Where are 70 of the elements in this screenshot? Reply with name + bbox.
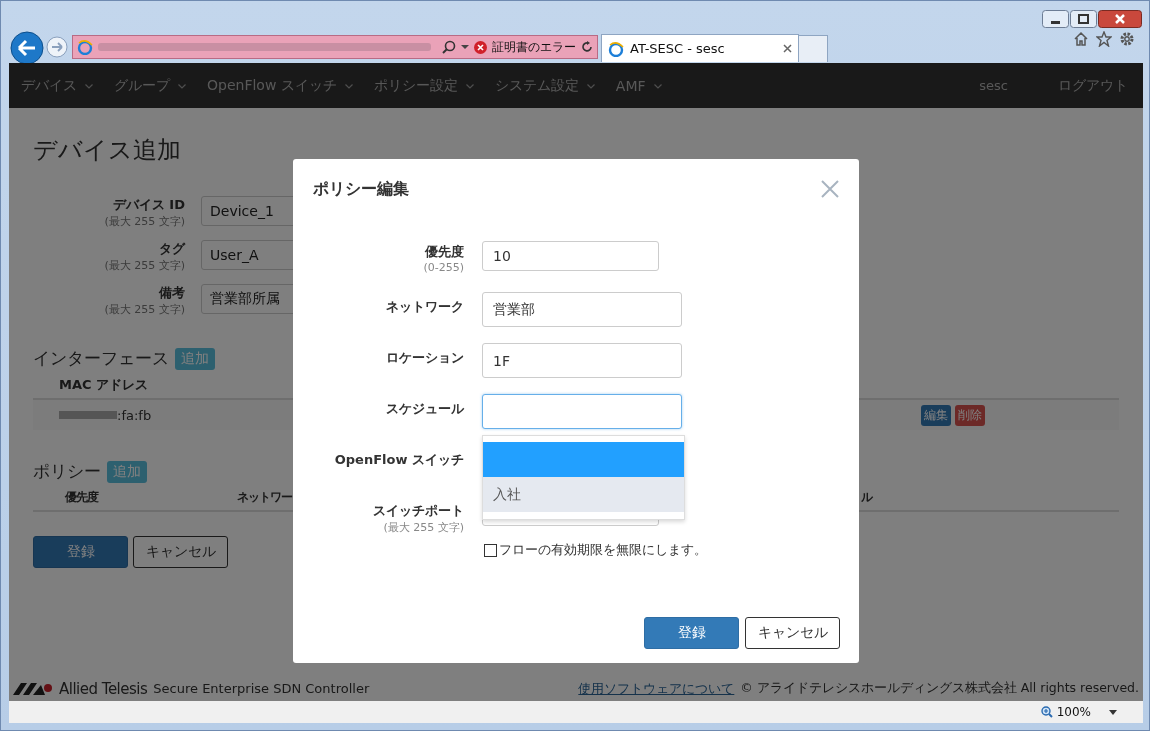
field-label: ロケーション [385,349,464,367]
certificate-error-text[interactable]: 証明書のエラー [492,38,576,56]
nav-menu[interactable]: デバイス [21,76,93,95]
delete-button[interactable]: 削除 [955,404,985,426]
refresh-icon[interactable] [581,41,593,53]
tab-title: AT-SESC - sesc [630,41,726,56]
field-hint: (最大 255 文字) [103,258,185,273]
minimize-icon[interactable] [1042,10,1069,28]
field-label: 備考 [157,284,185,302]
cancel-button[interactable]: キャンセル [133,536,228,568]
field-label: スイッチポート [372,502,464,520]
zoom-control[interactable]: 100% [1040,705,1091,719]
product-name: Secure Enterprise SDN Controller [153,681,370,696]
field-label: スケジュール [385,400,464,418]
software-info-link[interactable]: 使用ソフトウェアについて [578,679,735,698]
dropdown-option[interactable]: 入社 [483,477,684,512]
section-title: インターフェース [33,347,169,370]
submit-button[interactable]: 登録 [33,536,128,568]
caret-icon[interactable] [461,44,469,50]
field-hint: (最大 255 文字) [103,302,185,317]
nav-menu[interactable]: グループ [114,76,186,95]
browser-page-icon [608,40,624,57]
section-title: ポリシー [33,460,101,483]
cancel-button[interactable]: キャンセル [745,617,840,649]
copyright-text: © アライドテレシスホールディングス株式会社 All rights reserved. [740,680,1139,697]
close-icon[interactable] [1098,10,1142,28]
home-icon[interactable] [1073,31,1089,47]
settings-icon[interactable] [1119,31,1135,47]
text-field[interactable]: 1F [482,343,682,378]
browser-page-icon [77,39,93,55]
checkbox-label: フローの有効期限を無限にします。 [499,541,707,559]
blurred-text [59,411,117,419]
text-field[interactable]: 営業部 [482,292,682,327]
field-label: デバイス ID [111,196,185,214]
column-header: ネットワー [237,489,292,506]
user-name: sesc [979,78,1008,93]
dialog-title: ポリシー編集 [313,178,409,200]
edit-button[interactable]: 編集 [921,404,951,426]
field-hint: (最大 255 文字) [103,214,185,229]
logo-mark-icon [13,682,53,695]
field-label: タグ [158,240,185,258]
maximize-icon[interactable] [1070,10,1097,28]
caret-icon[interactable] [1109,709,1117,715]
search-icon[interactable] [442,40,456,54]
field-hint: (最大 255 文字) [382,520,464,535]
star-icon[interactable] [1096,31,1112,47]
column-header: 優先度 [65,489,98,506]
text-field[interactable]: 10 [482,241,659,271]
browser-tab[interactable]: AT-SESC - sesc [601,34,799,62]
field-hint: (0-255) [422,261,464,274]
nav-menu[interactable]: AMF [615,77,662,94]
mac-address-text: :fa:fb [117,407,152,423]
zoom-icon [1040,706,1053,718]
submit-button[interactable]: 登録 [644,617,739,649]
checkbox[interactable] [484,543,497,557]
close-icon[interactable] [783,44,792,53]
nav-menu[interactable]: OpenFlow スイッチ [207,76,353,95]
text-field[interactable] [482,394,682,429]
page-title: デバイス追加 [33,135,182,166]
column-header: ル [861,489,872,506]
error-icon [474,40,487,54]
nav-menu[interactable]: ポリシー設定 [373,76,474,95]
field-label: OpenFlow スイッチ [333,451,464,469]
brand-name: Allied Telesis [59,679,148,698]
field-label: ネットワーク [385,298,464,316]
nav-menu[interactable]: システム設定 [494,76,595,95]
field-label: 優先度 [423,243,464,261]
column-header: MAC アドレス [59,376,150,394]
address-bar[interactable]: 証明書のエラー [72,35,598,59]
logout-link[interactable]: ログアウト [1058,76,1128,95]
